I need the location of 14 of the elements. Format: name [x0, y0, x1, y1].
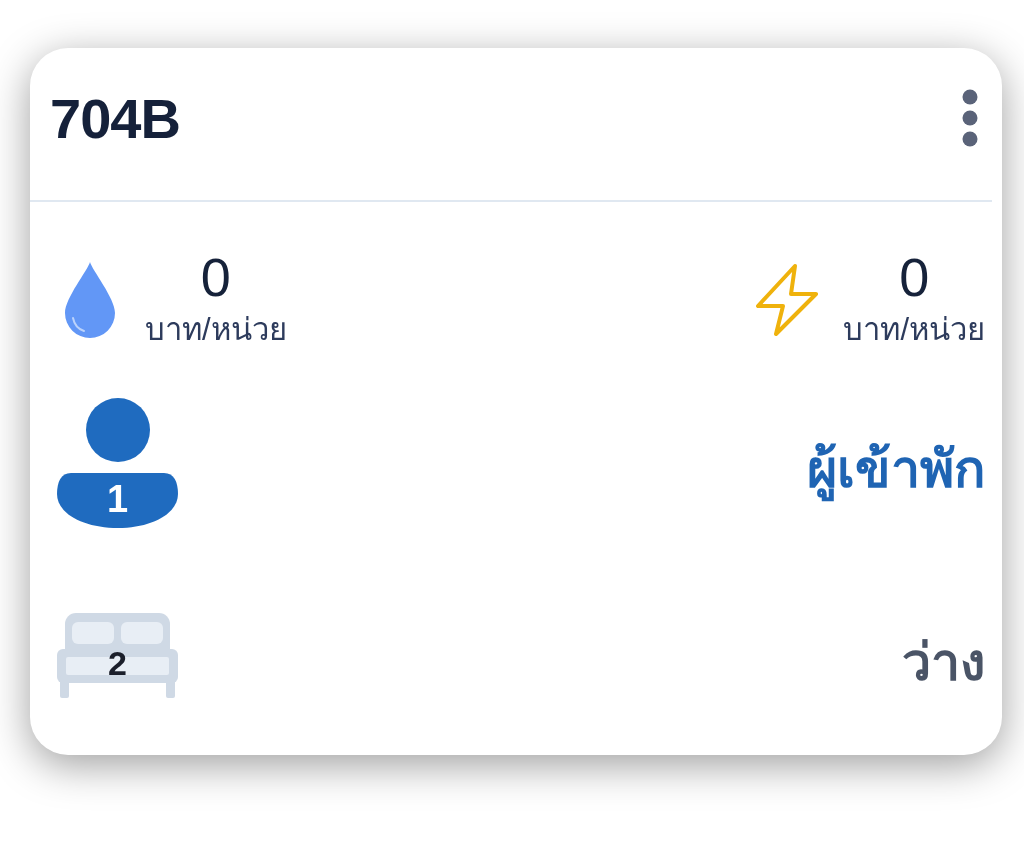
- rate-value: 0: [899, 247, 930, 307]
- vacancy-label: ว่าง: [902, 632, 985, 694]
- more-menu-icon[interactable]: [962, 89, 978, 147]
- occupant-count: 1: [105, 480, 130, 518]
- room-number: 704B: [50, 85, 180, 151]
- bed-count: 2: [107, 646, 128, 680]
- rate-value: 0: [200, 247, 231, 307]
- occupant-label: ผู้เข้าพัก: [807, 425, 985, 501]
- water-drop-icon: [65, 262, 115, 338]
- unit-label: บาท/หน่วย: [145, 311, 287, 349]
- unit-label: บาท/หน่วย: [843, 311, 985, 349]
- person-icon: [57, 398, 178, 528]
- bed-icon: [57, 613, 178, 698]
- lightning-icon: [755, 263, 820, 337]
